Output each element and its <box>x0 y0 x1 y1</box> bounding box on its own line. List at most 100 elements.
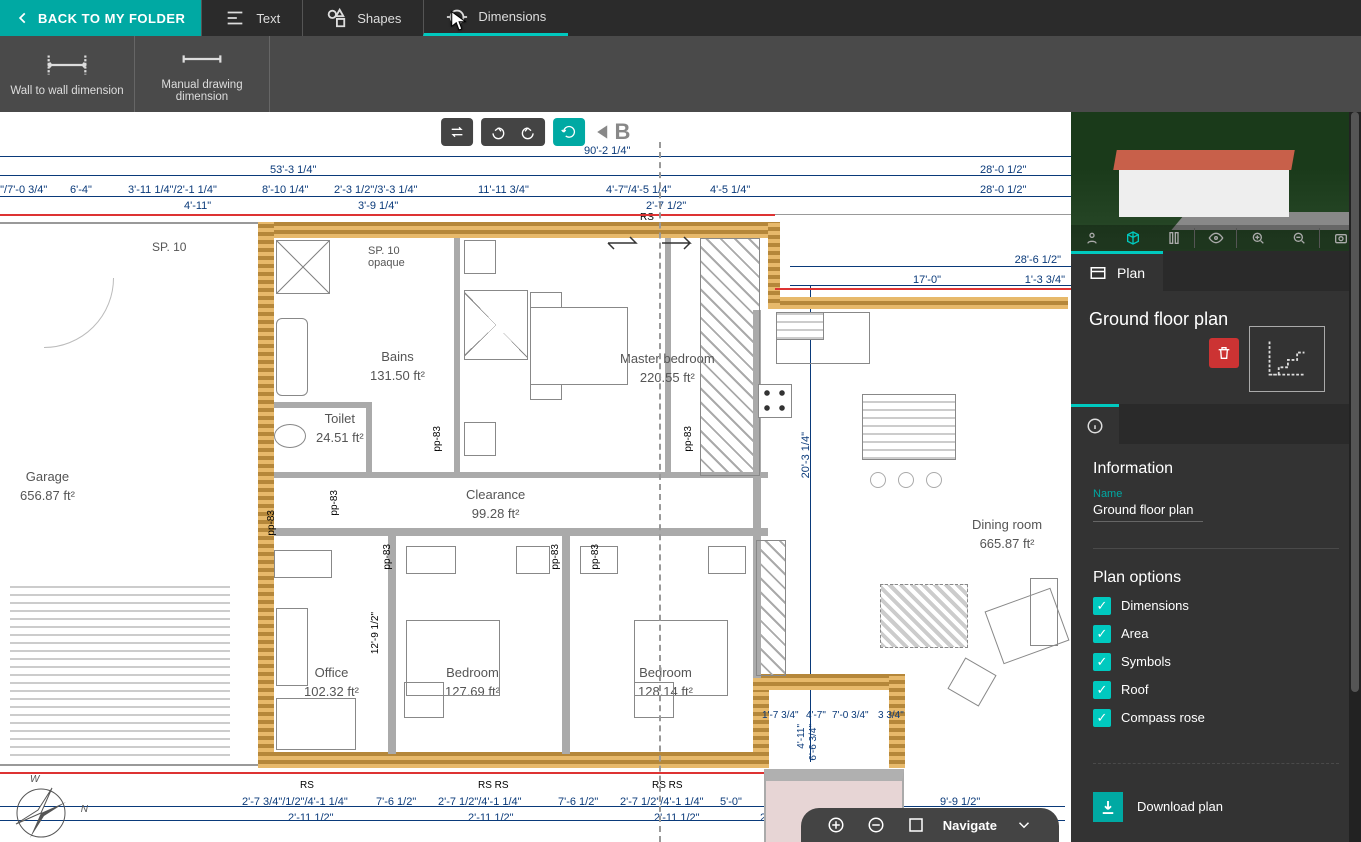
vlabel-12-9: 12'-9 1/2" <box>370 612 381 654</box>
refresh-button[interactable] <box>553 118 585 146</box>
zoom-in-pv-button[interactable] <box>1237 225 1278 251</box>
sh-t0: 1'-7 3/4" <box>762 710 799 721</box>
rs-b2: RS RS <box>478 780 509 791</box>
layers-icon <box>1166 230 1182 246</box>
plan-icon <box>1089 264 1107 282</box>
cube-icon <box>1125 230 1141 246</box>
manual-dimension-icon <box>180 45 224 73</box>
undo-button[interactable] <box>481 118 513 146</box>
view-eye-button[interactable] <box>1195 225 1236 251</box>
pp-5: pp-83 <box>382 544 393 570</box>
room-garage: Garage656.87 ft² <box>20 468 75 506</box>
plan-thumbnail[interactable] <box>1249 326 1325 392</box>
dim-r2-6: 4'-7"/4'-5 1/4" <box>606 184 671 196</box>
dim-right-28: 28'-6 1/2" <box>1015 254 1061 266</box>
top-bar: BACK TO MY FOLDER Text Shapes Dimensions <box>0 0 1361 36</box>
download-plan-button[interactable]: Download plan <box>1071 784 1361 842</box>
manual-drawing-dimension-tool[interactable]: Manual drawing dimension <box>135 36 270 112</box>
tool-b-label: Manual drawing dimension <box>139 79 265 103</box>
panel-tabs: Plan <box>1071 251 1361 291</box>
zoom-in-button[interactable] <box>823 812 849 838</box>
swap-button[interactable] <box>441 118 473 146</box>
panel-scrollbar[interactable] <box>1349 112 1361 842</box>
view-layers-button[interactable] <box>1153 225 1194 251</box>
delete-plan-button[interactable] <box>1209 338 1239 368</box>
redo-icon <box>521 124 537 140</box>
wall-to-wall-dimension-tool[interactable]: Wall to wall dimension <box>0 36 135 112</box>
canvas-float-toolbar: B <box>441 118 631 146</box>
sh-t3: 3 3/4" <box>878 710 904 721</box>
pp-1: pp-83 <box>329 490 340 516</box>
dim-b2b: 2'-11 1/2" <box>468 812 514 824</box>
dim-r2-2: 3'-11 1/4"/2'-1 1/4" <box>128 184 217 196</box>
info-tabs <box>1071 404 1361 444</box>
back-to-folder-button[interactable]: BACK TO MY FOLDER <box>0 0 201 36</box>
download-icon <box>1093 792 1123 822</box>
view-person-button[interactable] <box>1071 225 1112 251</box>
dim-r2-0: 7"/7'-0 3/4" <box>0 184 47 196</box>
fit-icon <box>907 816 925 834</box>
stairs-icon <box>1264 337 1310 381</box>
dim-b5: 5'-0" <box>720 796 742 808</box>
name-field-value[interactable]: Ground floor plan <box>1093 500 1203 522</box>
check-icon: ✓ <box>1093 625 1111 643</box>
door-direction-arrows <box>604 234 694 252</box>
rs-b1: RS <box>300 780 314 791</box>
minus-circle-icon <box>867 816 885 834</box>
zoom-in-icon <box>1250 230 1266 246</box>
dim-b6: 9'-9 1/2" <box>940 796 980 808</box>
person-icon <box>1084 230 1100 246</box>
opt-roof[interactable]: ✓Roof <box>1093 681 1339 699</box>
tab-text[interactable]: Text <box>201 0 302 36</box>
room-clearance: Clearance99.28 ft² <box>466 486 525 524</box>
check-icon: ✓ <box>1093 653 1111 671</box>
chevron-left-icon <box>16 11 30 25</box>
opt-area[interactable]: ✓Area <box>1093 625 1339 643</box>
tab-shapes[interactable]: Shapes <box>302 0 423 36</box>
info-icon <box>1086 417 1104 435</box>
zoom-out-button[interactable] <box>863 812 889 838</box>
sh-t2: 7'-0 3/4" <box>832 710 869 721</box>
redo-button[interactable] <box>513 118 545 146</box>
dim-r2-1: 6'-4" <box>70 184 92 196</box>
dim-b0: 2'-7 3/4"/1/2"/4'-1 1/4" <box>242 796 348 808</box>
dim-b2: 2'-7 1/2"/4'-1 1/4" <box>438 796 522 808</box>
check-icon: ✓ <box>1093 709 1111 727</box>
dim-r2-4: 2'-3 1/2"/3'-3 1/4" <box>334 184 418 196</box>
pp-4: pp-83 <box>683 426 694 452</box>
plus-circle-icon <box>827 816 845 834</box>
refresh-icon <box>561 124 577 140</box>
camera-icon <box>1333 230 1349 246</box>
info-tab[interactable] <box>1071 404 1119 444</box>
opt-compass[interactable]: ✓Compass rose <box>1093 709 1339 727</box>
view-cube-button[interactable] <box>1112 225 1153 251</box>
dim-r2-3: 8'-10 1/4" <box>262 184 308 196</box>
dim-r3c: 2'-7 1/2" <box>646 200 686 212</box>
pp-3: pp-83 <box>266 510 277 536</box>
floor-plan-canvas[interactable]: B 90'-2 1/4" 53'-3 1/4" 28'-0 1/2" 7"/7'… <box>0 112 1071 842</box>
zoom-out-pv-button[interactable] <box>1278 225 1319 251</box>
dimensions-sub-toolbar: Wall to wall dimension Manual drawing di… <box>0 36 1361 112</box>
sh-s2: 6'-6 3/4" <box>808 724 819 761</box>
opt-dimensions[interactable]: ✓Dimensions <box>1093 597 1339 615</box>
nav-more-button[interactable] <box>1011 812 1037 838</box>
room-dining: Dining room665.87 ft² <box>972 516 1042 554</box>
fit-button[interactable] <box>903 812 929 838</box>
pp-7: pp-83 <box>590 544 601 570</box>
dim-r2-7: 4'-5 1/4" <box>710 184 750 196</box>
tab-dimensions[interactable]: Dimensions <box>423 0 568 36</box>
navigate-label: Navigate <box>943 818 997 833</box>
sp10-label: SP. 10 <box>152 240 186 254</box>
compass-rose: W N <box>6 778 86 842</box>
opt-symbols[interactable]: ✓Symbols <box>1093 653 1339 671</box>
sh-t1: 4'-7" <box>806 710 826 721</box>
preview-3d[interactable] <box>1071 112 1361 251</box>
panel-tab-plan[interactable]: Plan <box>1071 251 1163 291</box>
tool-a-label: Wall to wall dimension <box>10 85 123 97</box>
room-office: Office102.32 ft² <box>304 664 359 702</box>
zoom-out-icon <box>1291 230 1307 246</box>
dim-b1: 7'-6 1/2" <box>376 796 416 808</box>
room-bains: Bains131.50 ft² <box>370 348 425 386</box>
center-guide-vertical <box>659 142 661 842</box>
name-field-label: Name <box>1093 488 1339 500</box>
